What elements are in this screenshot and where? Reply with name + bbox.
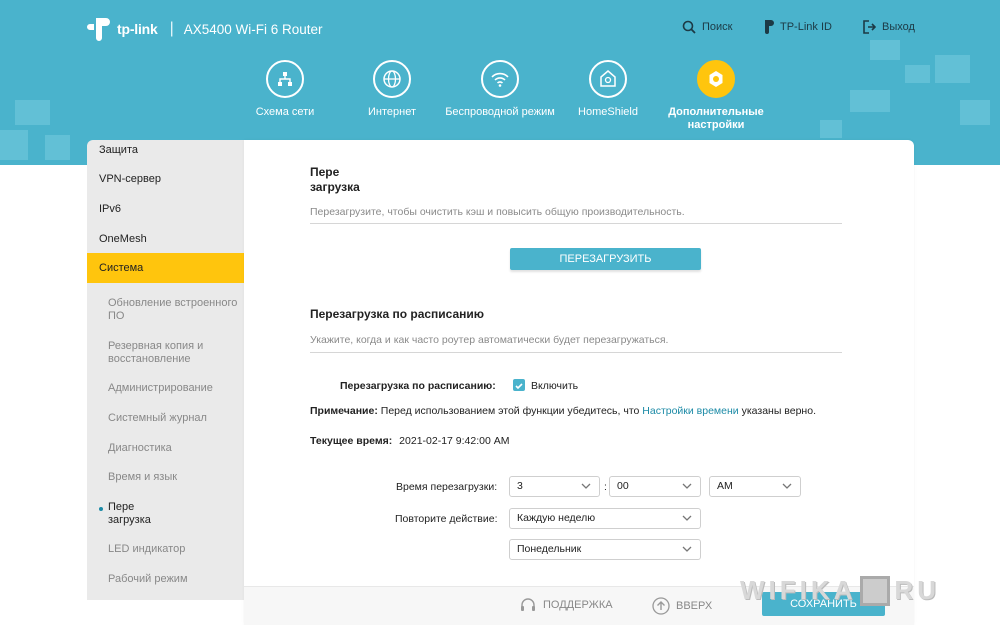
nav-internet[interactable]: Интернет	[332, 60, 452, 119]
chevron-down-icon	[782, 483, 792, 489]
sidebar-item-ipv6[interactable]: IPv6	[87, 203, 244, 215]
search-label: Поиск	[702, 21, 733, 33]
day-value: Понедельник	[517, 543, 582, 555]
hour-select[interactable]: 3	[509, 476, 600, 497]
nav-wireless-label: Беспроводной режим	[445, 106, 555, 118]
network-map-icon	[266, 60, 304, 98]
sidebar-sub-firmware[interactable]: Обновление встроенного ПО	[108, 297, 238, 323]
brand-name: tp-link	[117, 21, 158, 37]
logout-icon	[863, 20, 876, 34]
nav-advanced-label: Дополнительные настройки	[668, 106, 764, 131]
tplink-id-label: TP-Link ID	[780, 21, 832, 33]
current-time-label: Текущее время:	[310, 435, 393, 447]
nav-network-map[interactable]: Схема сети	[225, 60, 345, 119]
current-item-dot	[99, 507, 103, 511]
enable-checkbox-label[interactable]: Включить	[531, 380, 578, 392]
repeat-label: Повторите действие:	[395, 513, 498, 525]
search-icon	[682, 20, 696, 34]
ampm-select[interactable]: AM	[709, 476, 801, 497]
router-model: AX5400 Wi-Fi 6 Router	[183, 21, 323, 37]
day-select[interactable]: Понедельник	[509, 539, 701, 560]
support-label: ПОДДЕРЖКА	[543, 599, 613, 611]
support-link[interactable]: ПОДДЕРЖКА	[519, 597, 613, 613]
sidebar: Защита VPN-сервер IPv6 OneMesh Система О…	[87, 140, 244, 600]
note-text: Перед использованием этой функции убедит…	[380, 405, 640, 417]
minute-value: 00	[617, 480, 629, 492]
sidebar-sub-reboot[interactable]: Пере загрузка	[99, 501, 168, 527]
nav-homeshield[interactable]: HomeShield	[548, 60, 668, 119]
reboot-time-label: Время перезагрузки:	[396, 481, 498, 493]
note-line: Примечание: Перед использованием этой фу…	[310, 405, 816, 417]
watermark: WIFIKA RU	[740, 575, 940, 606]
sidebar-item-security[interactable]: Защита	[87, 144, 244, 156]
logout-link[interactable]: Выход	[862, 20, 915, 34]
nav-internet-label: Интернет	[368, 106, 416, 118]
sidebar-sub-administration[interactable]: Администрирование	[108, 382, 238, 395]
note-end: указаны верно.	[741, 405, 816, 417]
nav-homeshield-label: HomeShield	[578, 106, 638, 118]
globe-icon	[373, 60, 411, 98]
time-colon: :	[604, 481, 607, 493]
arrow-up-icon	[652, 597, 670, 615]
note-label: Примечание:	[310, 405, 378, 417]
nav-advanced[interactable]: Дополнительные настройки	[656, 60, 776, 132]
nav-wireless[interactable]: Беспроводной режим	[440, 60, 560, 119]
sidebar-item-vpn[interactable]: VPN-сервер	[87, 173, 244, 185]
sidebar-sub-led[interactable]: LED индикатор	[108, 543, 238, 556]
sidebar-sub-system-log[interactable]: Системный журнал	[108, 412, 238, 425]
divider	[310, 352, 842, 353]
chevron-down-icon	[682, 483, 692, 489]
current-time-line: Текущее время: 2021-02-17 9:42:00 AM	[310, 435, 510, 447]
sidebar-item-system[interactable]: Система	[87, 253, 244, 283]
repeat-value: Каждую неделю	[517, 512, 596, 524]
tplink-id-icon	[765, 20, 774, 34]
divider	[310, 223, 842, 224]
schedule-description: Укажите, когда и как часто роутер автома…	[310, 334, 669, 346]
schedule-title: Перезагрузка по расписанию	[310, 307, 485, 321]
gear-icon	[697, 60, 735, 98]
search-link[interactable]: Поиск	[682, 20, 732, 34]
minute-select[interactable]: 00	[609, 476, 701, 497]
brand-separator: |	[169, 20, 174, 37]
time-settings-link[interactable]: Настройки времени	[642, 405, 738, 417]
ampm-value: AM	[717, 480, 733, 492]
schedule-toggle-label: Перезагрузка по расписанию:	[340, 380, 496, 392]
current-time-value: 2021-02-17 9:42:00 AM	[399, 435, 510, 447]
enable-checkbox[interactable]	[513, 379, 525, 391]
logout-label: Выход	[882, 21, 915, 33]
tplink-logo[interactable]: tp-link | AX5400 Wi-Fi 6 Router	[86, 16, 323, 42]
qr-code-icon	[860, 575, 891, 606]
chevron-down-icon	[682, 515, 692, 521]
wifi-icon	[481, 60, 519, 98]
chevron-down-icon	[581, 483, 591, 489]
sidebar-sub-reboot-label: Пере загрузка	[108, 501, 151, 526]
headset-icon	[521, 598, 535, 611]
reboot-title: Пере загрузка	[310, 165, 360, 194]
reboot-description: Перезагрузите, чтобы очистить кэш и повы…	[310, 206, 685, 218]
chevron-down-icon	[682, 546, 692, 552]
home-shield-icon	[589, 60, 627, 98]
tplink-logo-icon	[87, 18, 110, 41]
back-to-top-link[interactable]: ВВЕРХ	[652, 597, 712, 615]
watermark-right: RU	[894, 575, 940, 605]
sidebar-item-onemesh[interactable]: OneMesh	[87, 233, 244, 245]
repeat-select[interactable]: Каждую неделю	[509, 508, 701, 529]
back-to-top-label: ВВЕРХ	[676, 600, 713, 612]
hour-value: 3	[517, 480, 523, 492]
reboot-button[interactable]: ПЕРЕЗАГРУЗИТЬ	[510, 248, 701, 270]
sidebar-sub-backup[interactable]: Резервная копия и восстановление	[108, 340, 238, 366]
nav-network-map-label: Схема сети	[255, 106, 315, 118]
sidebar-sub-operation-mode[interactable]: Рабочий режим	[108, 573, 238, 586]
watermark-left: WIFIKA	[740, 575, 857, 605]
tplink-id-link[interactable]: TP-Link ID	[762, 20, 832, 34]
sidebar-sub-diagnostics[interactable]: Диагностика	[108, 442, 238, 455]
sidebar-sub-time-language[interactable]: Время и язык	[108, 471, 238, 484]
